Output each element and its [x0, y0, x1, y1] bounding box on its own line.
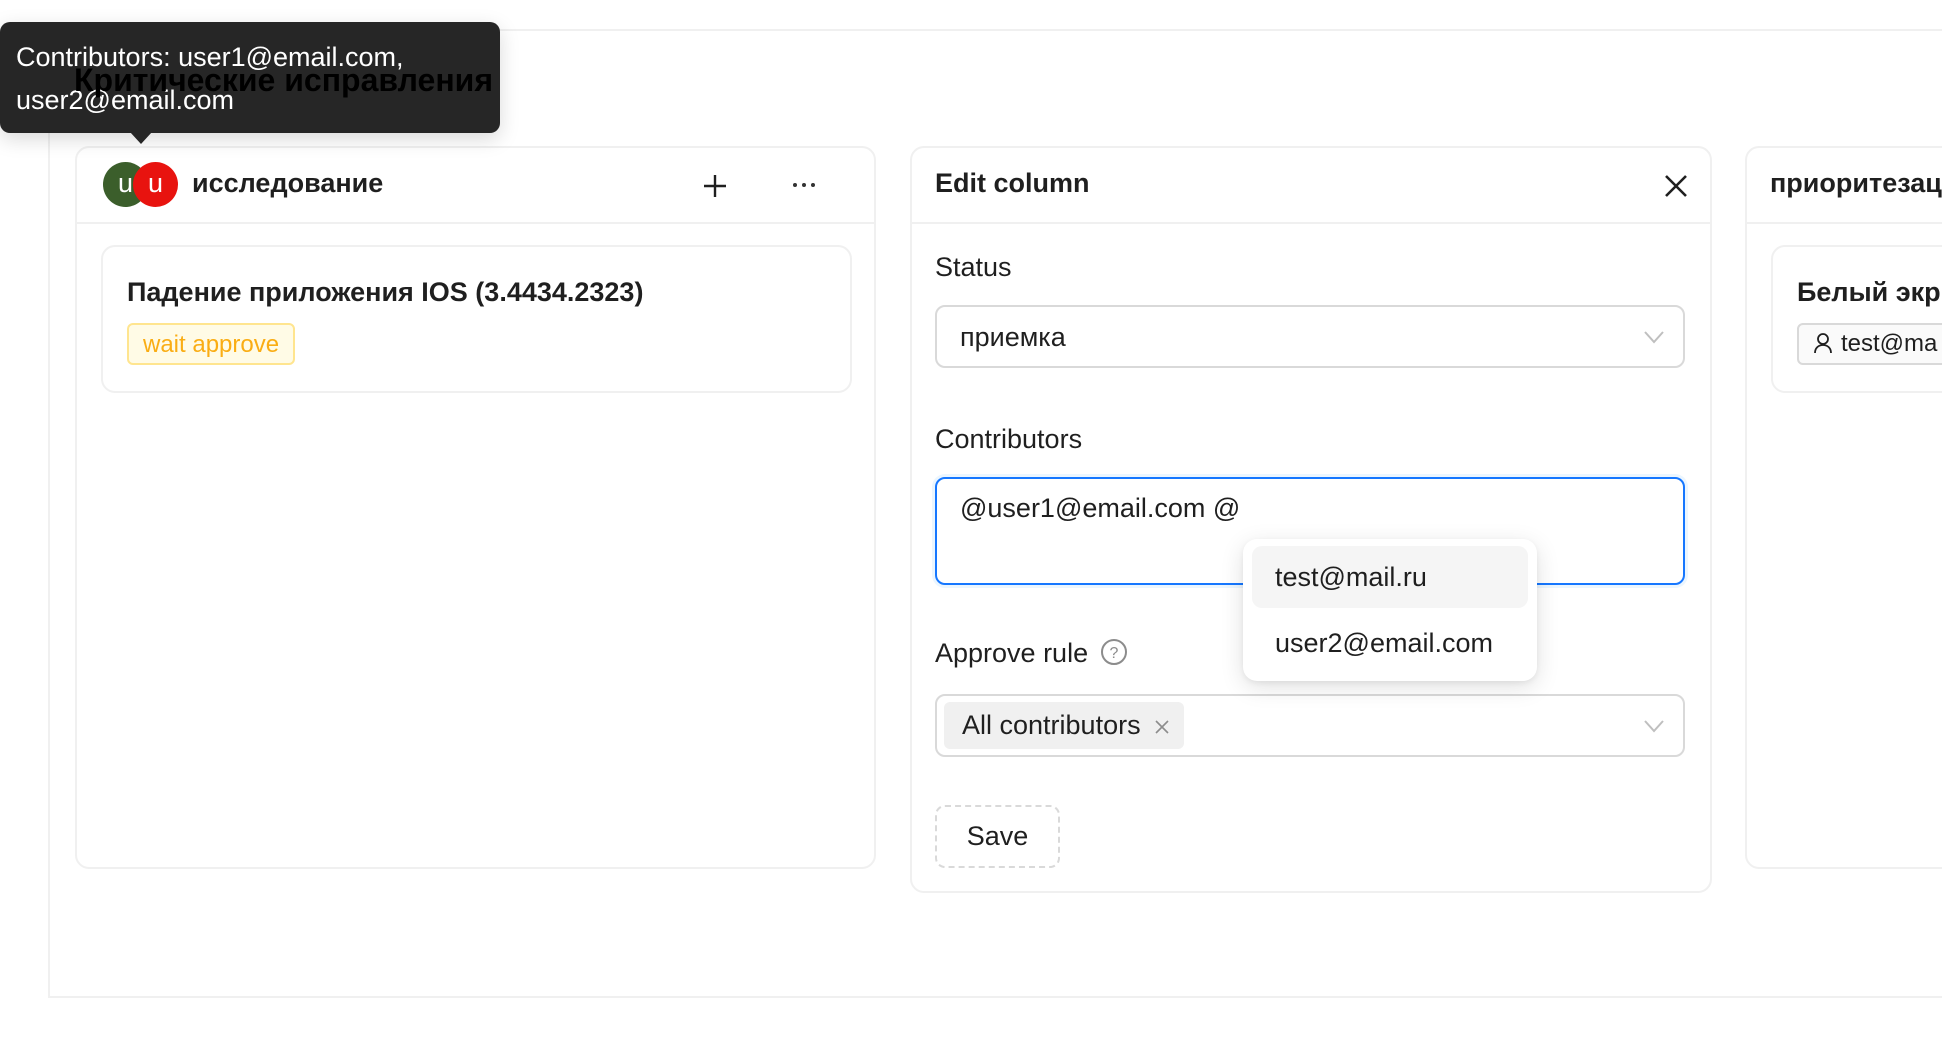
approve-rule-tag: All contributors [944, 702, 1185, 749]
save-button[interactable]: Save [935, 805, 1060, 868]
contributors-label: Contributors [935, 424, 1083, 454]
mention-option[interactable]: user2@email.com [1252, 612, 1528, 674]
tooltip-arrow [130, 132, 152, 144]
ellipsis-icon [793, 183, 815, 187]
chevron-down-icon [1644, 331, 1664, 344]
contributors-value: @user1@email.com @ [960, 493, 1241, 523]
close-icon [1665, 175, 1687, 197]
approve-rule-select[interactable]: All contributors [935, 694, 1685, 757]
status-label: Status [935, 252, 1012, 282]
plus-icon [704, 175, 726, 197]
approve-rule-text: Approve rule [935, 638, 1089, 668]
status-badge: wait approve [127, 323, 296, 365]
column-title: приоритезац [1770, 168, 1942, 198]
approve-rule-tag-label: All contributors [962, 710, 1141, 740]
svg-text:?: ? [1109, 645, 1118, 662]
panel-header: Edit column [912, 148, 1710, 224]
question-circle-icon[interactable]: ? [1100, 638, 1128, 666]
task-card[interactable]: Падение приложения IOS (3.4434.2323) wai… [101, 245, 852, 393]
edit-column-panel: Edit column Status приемка Contributors … [910, 146, 1712, 893]
chevron-down-icon [1644, 720, 1664, 733]
card-title: Белый экр [1797, 277, 1941, 307]
user-icon [1814, 333, 1832, 354]
column-title: исследование [192, 168, 384, 198]
assignee-tag: test@ma [1797, 323, 1942, 365]
column-prioritization: приоритезац Белый экр test@ma [1745, 146, 1942, 869]
card-title: Падение приложения IOS (3.4434.2323) [127, 277, 644, 307]
column-header: u u исследование [77, 148, 874, 224]
avatar[interactable]: u [133, 162, 178, 207]
assignee-email: test@ma [1841, 330, 1938, 357]
mention-option[interactable]: test@mail.ru [1252, 546, 1528, 608]
close-button[interactable] [1662, 172, 1690, 200]
save-label: Save [966, 821, 1029, 851]
status-select[interactable]: приемка [935, 305, 1685, 368]
column-research: u u исследование Падение приложения IOS … [75, 146, 876, 869]
column-menu-button[interactable] [791, 178, 817, 192]
mention-dropdown: test@mail.ru user2@email.com [1243, 539, 1537, 681]
add-card-button[interactable] [701, 172, 729, 200]
column-header: приоритезац [1747, 148, 1942, 224]
status-value: приемка [960, 322, 1066, 352]
close-icon[interactable] [1154, 719, 1170, 735]
task-card[interactable]: Белый экр test@ma [1771, 245, 1942, 393]
panel-title: Edit column [935, 168, 1090, 198]
approve-rule-label: Approve rule ? [935, 638, 1128, 669]
board-title: Критические исправления [74, 62, 493, 98]
